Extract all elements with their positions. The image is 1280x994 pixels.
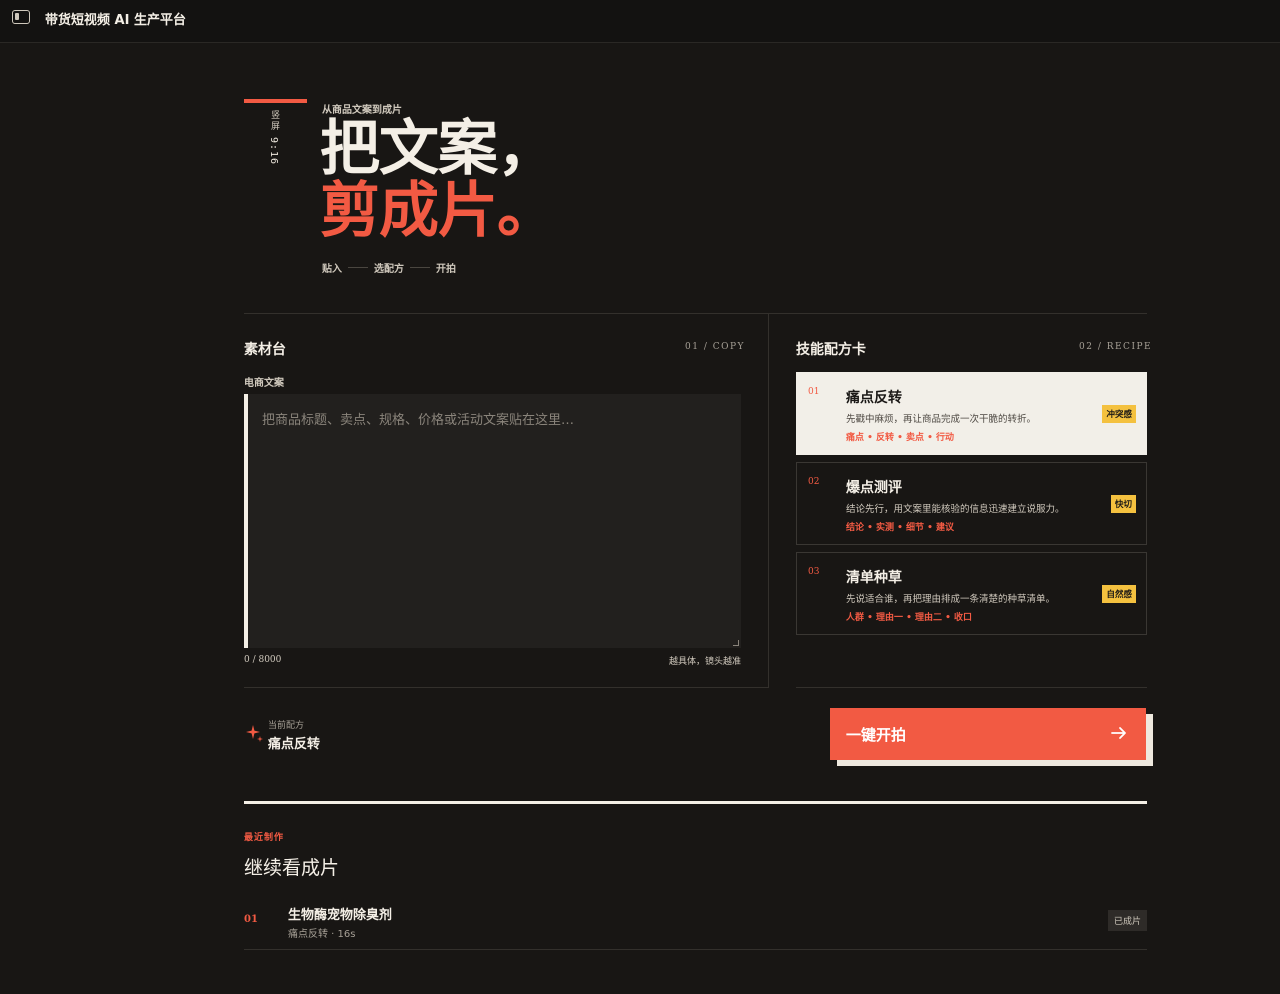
- aspect-ratio: 9:16: [268, 137, 279, 166]
- recipe-badge: 冲突感: [1102, 405, 1136, 423]
- step-paste: 贴入: [322, 264, 342, 275]
- recipe-number: 03: [808, 567, 820, 577]
- recent-row-title: 生物酶宠物除臭剂: [288, 908, 393, 923]
- copy-field-label: 电商文案: [244, 378, 284, 389]
- section-divider: [244, 313, 1147, 314]
- step-start: 开拍: [436, 264, 456, 275]
- headline-line-1: 把文案，: [320, 114, 557, 184]
- recent-row-number: 01: [244, 914, 258, 925]
- hero-accent-bar: [244, 99, 307, 103]
- section-divider: [244, 687, 769, 688]
- current-recipe-name: 痛点反转: [268, 737, 321, 752]
- recipe-description: 结论先行，用文案里能核验的信息迅速建立说服力。: [846, 504, 1065, 515]
- recipe-number: 02: [808, 477, 820, 487]
- material-section-code: 01 / COPY: [685, 342, 745, 352]
- recipe-name: 爆点测评: [846, 480, 902, 496]
- recent-row[interactable]: 01 生物酶宠物除臭剂 痛点反转 · 16s 已成片: [244, 893, 1147, 950]
- recipe-number: 01: [808, 387, 820, 397]
- copy-hint: 越具体，镜头越准: [668, 657, 741, 667]
- copy-input-box: [244, 394, 741, 648]
- recipe-name: 清单种草: [846, 570, 902, 586]
- recipe-tags: 结论 • 实测 • 细节 • 建议: [846, 523, 955, 533]
- step-choose-recipe: 选配方: [374, 264, 404, 275]
- app-title: 带货短视频 AI 生产平台: [45, 13, 186, 28]
- start-button[interactable]: 一键开拍: [830, 708, 1146, 760]
- recent-section-title: 继续看成片: [244, 857, 340, 879]
- orientation-label: 竖屏: [269, 110, 279, 132]
- recipe-card-review[interactable]: 02 爆点测评 结论先行，用文案里能核验的信息迅速建立说服力。 结论 • 实测 …: [796, 462, 1147, 545]
- recipe-description: 先戳中麻烦，再让商品完成一次干脆的转折。: [846, 414, 1037, 425]
- hero-headline: 把文案， 剪成片。: [320, 114, 557, 246]
- column-divider: [768, 313, 769, 688]
- recipe-tags: 人群 • 理由一 • 理由二 • 收口: [846, 613, 973, 623]
- recipe-card-pain-point[interactable]: 01 痛点反转 先戳中麻烦，再让商品完成一次干脆的转折。 痛点 • 反转 • 卖…: [796, 372, 1147, 455]
- start-button-label: 一键开拍: [846, 726, 907, 744]
- sparkle-icon: [246, 725, 263, 742]
- recipe-name: 痛点反转: [846, 390, 902, 406]
- arrow-right-icon: [1111, 727, 1126, 739]
- recipe-badge: 快切: [1110, 495, 1136, 513]
- recipe-section-title: 技能配方卡: [796, 342, 866, 358]
- recipe-tags: 痛点 • 反转 • 卖点 • 行动: [846, 433, 955, 443]
- status-badge: 已成片: [1107, 910, 1147, 931]
- sidebar-toggle-icon[interactable]: [12, 10, 30, 24]
- recent-eyebrow: 最近制作: [244, 833, 285, 843]
- resize-handle-icon[interactable]: [733, 640, 739, 646]
- top-bar: 带货短视频 AI 生产平台: [0, 0, 1280, 43]
- recent-row-meta: 痛点反转 · 16s: [288, 929, 356, 940]
- section-divider: [796, 687, 1147, 688]
- material-section-title: 素材台: [244, 342, 286, 358]
- recipe-card-list[interactable]: 03 清单种草 先说适合谁，再把理由排成一条清楚的种草清单。 人群 • 理由一 …: [796, 552, 1147, 635]
- char-counter: 0 / 8000: [244, 655, 282, 665]
- recipe-badge: 自然感: [1102, 585, 1136, 603]
- step-connector: [348, 267, 368, 268]
- recent-section-rule: [244, 801, 1147, 804]
- copy-textarea[interactable]: [248, 394, 741, 648]
- recipe-description: 先说适合谁，再把理由排成一条清楚的种草清单。: [846, 594, 1056, 605]
- current-recipe-label: 当前配方: [268, 721, 305, 731]
- headline-line-2: 剪成片。: [320, 176, 557, 246]
- step-indicator: 贴入 选配方 开拍: [322, 260, 456, 275]
- step-connector: [410, 267, 430, 268]
- recipe-section-code: 02 / RECIPE: [1079, 342, 1153, 352]
